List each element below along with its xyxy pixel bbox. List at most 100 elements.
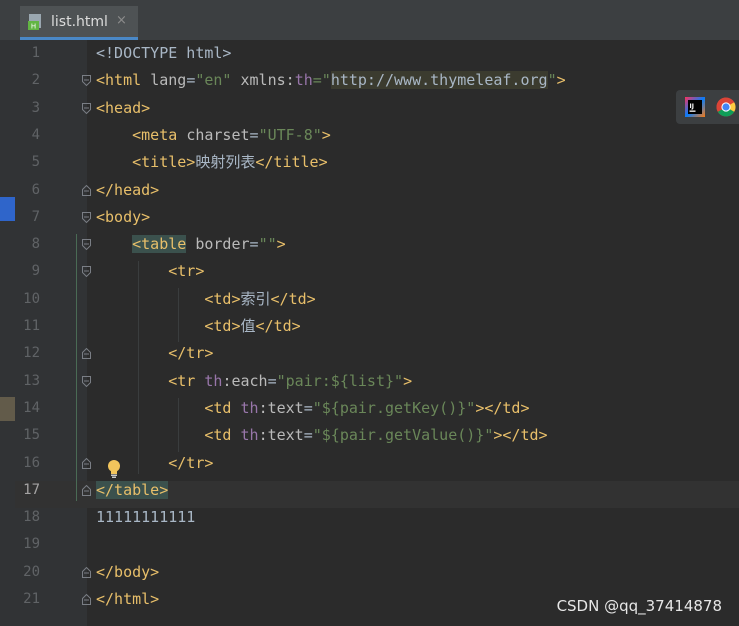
code-text[interactable]: <td>值</td> [96,313,301,340]
line-number: 19 [23,536,40,553]
code-text[interactable]: <title>映射列表</title> [96,149,327,176]
code-line[interactable]: 16 </tr> [15,450,739,477]
left-tool-strip [0,40,15,626]
code-token: "pair:${list}" [276,371,404,390]
code-text[interactable]: <table border=""> [96,231,286,258]
code-line[interactable]: 2 <html lang="en" xmlns:th="http://www.th… [15,67,739,94]
code-text[interactable]: <td th:text="${pair.getKey()}"></td> [96,395,530,422]
code-text[interactable]: </table> [96,477,169,504]
line-number: 21 [23,591,40,607]
code-line[interactable]: 6 </head> [15,177,739,204]
code-token: <meta [132,125,187,144]
fold-open-icon[interactable] [82,75,91,87]
code-line[interactable]: 12 </tr> [15,340,739,367]
code-line[interactable]: 20 </body> [15,559,739,586]
line-number: 7 [31,208,40,225]
code-line[interactable]: 8 <table border=""> [15,231,739,258]
code-token: <td> [204,317,241,335]
code-token: <table [132,235,187,254]
code-line[interactable]: 18 11111111111 [15,504,739,531]
code-text[interactable]: <html lang="en" xmlns:th="http://www.thy… [96,67,566,94]
code-token: ></td> [493,426,548,445]
code-line[interactable]: 7 <body> [15,204,739,231]
fold-end-icon[interactable] [82,594,91,605]
code-line[interactable]: 3 <head> [15,95,739,122]
lightbulb-icon[interactable] [106,459,122,479]
code-token: </tr> [168,344,214,363]
code-text[interactable]: </html> [96,586,159,613]
code-token: "UTF-8" [258,125,322,144]
line-number: 4 [31,126,40,143]
code-token: "${pair.getValue()}" [312,426,494,445]
code-text[interactable]: <head> [96,95,150,122]
line-number: 3 [31,99,40,116]
code-token: <html [96,71,151,90]
code-text[interactable]: <td th:text="${pair.getValue()}"></td> [96,422,548,449]
code-token: </table> [96,480,169,499]
code-text[interactable]: </head> [96,177,159,204]
code-text[interactable]: 11111111111 [96,504,195,531]
code-token: :text [258,398,304,417]
code-line[interactable]: 9 <tr> [15,258,739,285]
line-number: 18 [23,509,40,526]
browser-preview-toolbar: IJ [676,90,739,124]
code-token: <td> [204,289,241,308]
code-token: <title> [132,153,196,172]
code-token: <td [204,398,241,417]
code-line[interactable]: 14 <td th:text="${pair.getKey()}"></td> [15,395,739,422]
fold-end-icon[interactable] [82,348,91,360]
fold-open-icon[interactable] [82,102,91,114]
code-line[interactable]: 10 <td>索引</td> [15,286,739,313]
code-text[interactable]: <!DOCTYPE html> [96,40,231,67]
line-number: 14 [23,399,40,416]
code-line[interactable]: 15 <td th:text="${pair.getValue()}"></td… [15,422,739,449]
fold-open-icon[interactable] [82,266,91,278]
svg-text:IJ: IJ [690,103,694,110]
code-text[interactable]: <body> [96,204,150,231]
code-token: = [303,426,313,445]
tab-list-html[interactable]: H list.html × [20,6,138,40]
watermark: CSDN @qq_37414878 [556,597,722,615]
chrome-icon[interactable] [716,97,736,117]
code-line[interactable]: 11 <td>值</td> [15,313,739,340]
fold-open-icon[interactable] [82,375,91,387]
fold-open-icon[interactable] [82,239,91,251]
code-token: 索引 [240,289,271,308]
code-line[interactable]: 5 <title>映射列表</title> [15,149,739,176]
code-token: th [240,426,259,445]
code-token: </head> [96,180,160,199]
code-line[interactable]: 1 <!DOCTYPE html> [15,40,739,67]
fold-open-icon[interactable] [82,211,91,223]
code-line[interactable]: 4 <meta charset="UTF-8"> [15,122,739,149]
code-token: ></td> [475,398,530,417]
code-token: = [249,125,259,144]
code-token: <tr [168,371,205,390]
code-line[interactable]: 17 </table> [15,477,739,504]
code-token: </html> [96,590,160,608]
code-text[interactable]: <td>索引</td> [96,286,315,313]
line-number: 8 [31,236,40,253]
fold-end-icon[interactable] [82,184,91,196]
code-text[interactable]: </tr> [96,340,213,367]
code-line[interactable]: 19 [15,531,739,558]
code-text[interactable]: </body> [96,559,159,586]
line-number: 1 [31,45,40,61]
code-token: </td> [255,317,301,335]
line-number: 5 [31,154,40,171]
code-token: "en" [195,71,232,90]
code-line[interactable]: 13 <tr th:each="pair:${list}"> [15,368,739,395]
code-text[interactable]: <meta charset="UTF-8"> [96,122,331,149]
code-text[interactable]: <tr> [96,258,204,285]
fold-end-icon[interactable] [82,457,91,469]
fold-end-icon[interactable] [82,484,91,496]
intellij-idea-icon[interactable]: IJ [685,97,705,117]
fold-end-icon[interactable] [82,566,91,578]
tab-close-icon[interactable]: × [116,13,127,28]
code-token: > [321,125,331,144]
code-token: <body> [96,207,151,226]
code-text[interactable]: <tr th:each="pair:${list}"> [96,368,412,395]
